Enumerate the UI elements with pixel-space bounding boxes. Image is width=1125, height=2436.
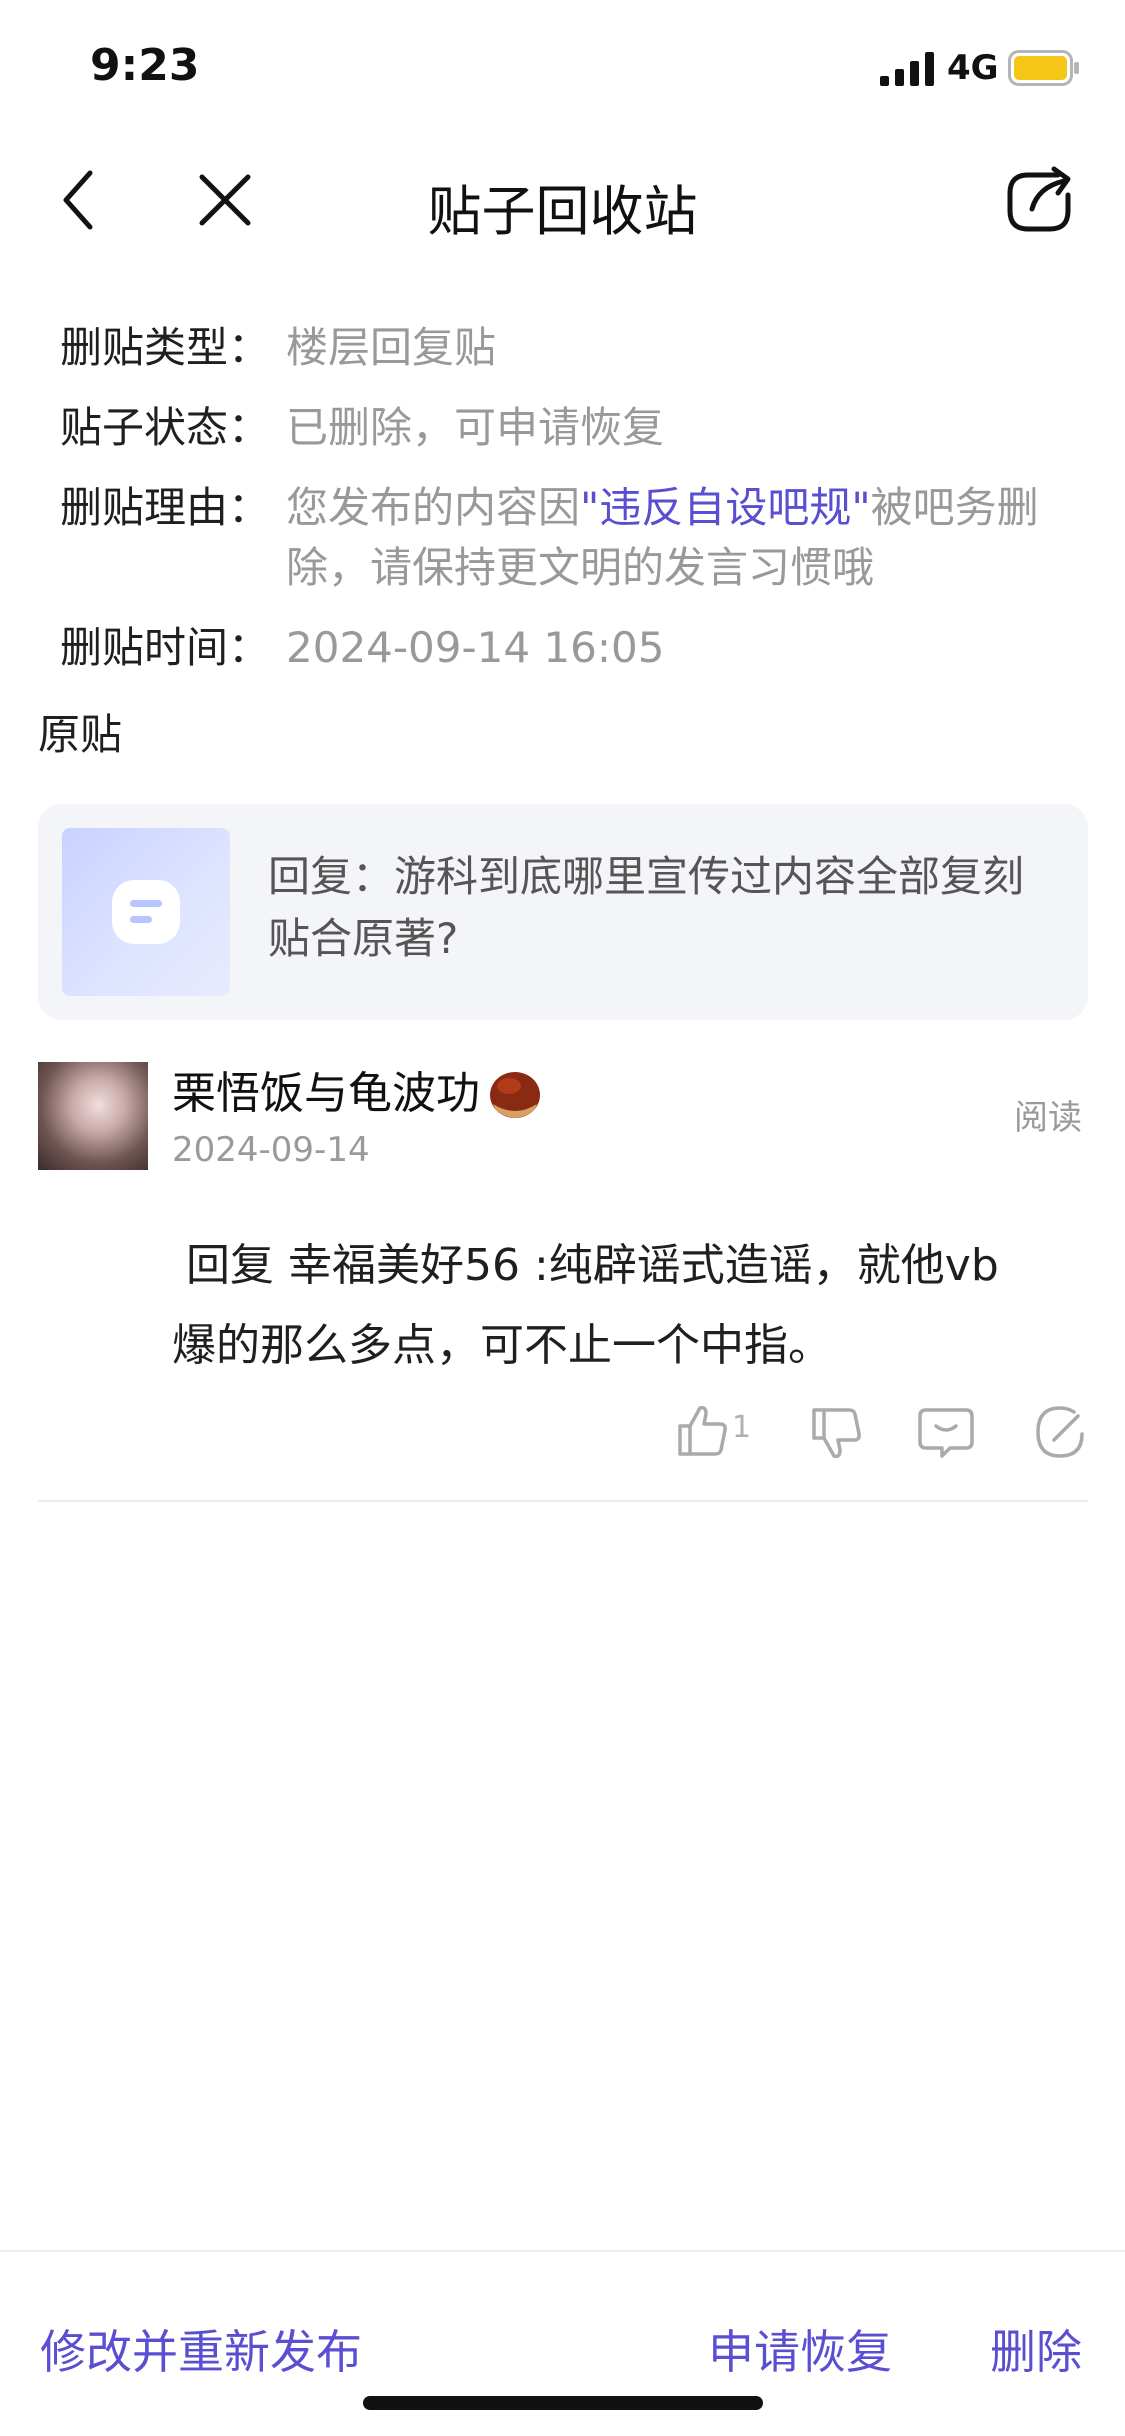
status-value: 已删除，可申请恢复	[286, 403, 665, 452]
reply-line-1: 回复 幸福美好56 :纯辟谣式造谣，就他vb	[186, 1240, 999, 1291]
original-post-title: 回复：游科到底哪里宣传过内容全部复刻贴合原著?	[268, 852, 1025, 963]
reply-content: 回复 幸福美好56 :纯辟谣式造谣，就他vb 爆的那么多点，可不止一个中指。	[172, 1226, 1092, 1386]
post-date: 2024-09-14	[172, 1130, 370, 1170]
original-post-thumbnail	[62, 828, 230, 996]
comment-icon[interactable]	[916, 1402, 976, 1462]
reason-rule-link[interactable]: "违反自设吧规"	[580, 483, 871, 532]
dislike-icon[interactable]	[806, 1404, 866, 1464]
home-indicator	[363, 2396, 763, 2410]
original-post-card[interactable]: 回复：游科到底哪里宣传过内容全部复刻贴合原著?	[38, 804, 1088, 1020]
avatar[interactable]	[38, 1062, 148, 1170]
signal-icon	[880, 52, 934, 86]
bottom-bar-divider	[0, 2250, 1125, 2252]
edit-republish-button[interactable]: 修改并重新发布	[40, 2316, 362, 2382]
status-label: 贴子状态：	[60, 403, 271, 452]
type-value: 楼层回复贴	[286, 323, 497, 372]
recycle-bin-screen: 9:23 4G 贴子回收站 删贴类型： 楼层回复贴 贴子状态： 已删除，可申请恢…	[0, 0, 1125, 2436]
time-label: 删贴时间：	[60, 623, 271, 672]
reason-value: 您发布的内容因"违反自设吧规"被吧务删除，请保持更文明的发言习惯哦	[286, 478, 1106, 598]
reason-label: 删贴理由：	[60, 483, 271, 532]
post-placeholder-icon	[112, 880, 180, 944]
delete-button[interactable]: 删除	[990, 2316, 1082, 2382]
divider	[38, 1500, 1088, 1502]
time-value: 2024-09-14 16:05	[286, 623, 665, 672]
share-icon[interactable]	[998, 159, 1080, 241]
status-bar: 9:23 4G	[0, 0, 1125, 135]
info-row-reason: 删贴理由： 您发布的内容因"违反自设吧规"被吧务删除，请保持更文明的发言习惯哦	[60, 478, 1090, 598]
network-type: 4G	[947, 48, 999, 88]
read-link[interactable]: 阅读	[1014, 1090, 1082, 1139]
battery-icon	[1008, 50, 1079, 86]
original-section-title: 原贴	[38, 710, 123, 759]
edit-icon[interactable]	[1030, 1402, 1090, 1462]
status-time: 9:23	[90, 40, 200, 91]
nav-bar: 贴子回收站	[0, 145, 1125, 255]
request-restore-button[interactable]: 申请恢复	[708, 2316, 892, 2382]
page-title: 贴子回收站	[427, 180, 698, 243]
chestnut-emoji	[490, 1072, 540, 1118]
username[interactable]: 栗悟饭与龟波功	[172, 1064, 480, 1124]
like-count: 1	[732, 1410, 752, 1445]
reason-prefix: 您发布的内容因	[286, 483, 581, 532]
type-label: 删贴类型：	[60, 323, 271, 372]
reply-line-2: 爆的那么多点，可不止一个中指。	[172, 1320, 832, 1371]
like-icon[interactable]	[672, 1400, 732, 1460]
